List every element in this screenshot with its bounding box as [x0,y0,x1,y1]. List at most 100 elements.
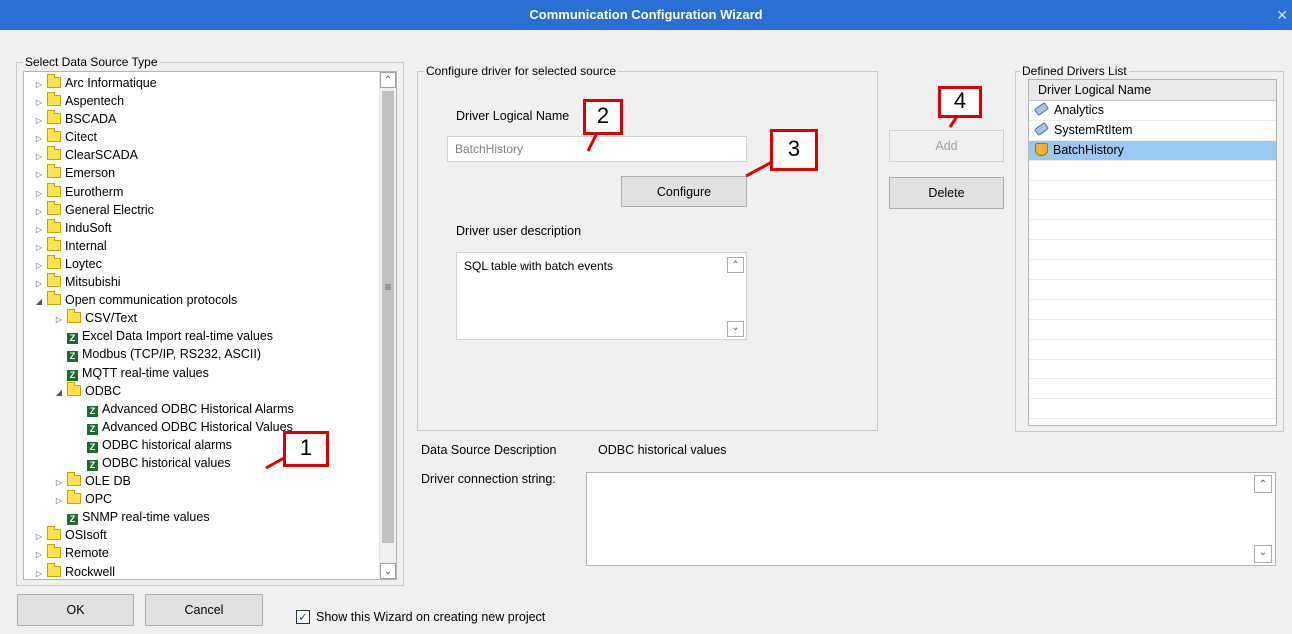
tree-list: ▷ Arc Informatique ▷ Aspentech ▷ BSCADA ▷ Citec… [24,74,378,579]
folder-icon [47,273,61,288]
tree-item-label: Aspentech [65,94,125,109]
tree-item-label: ClearSCADA [65,148,138,163]
scroll-down-icon[interactable]: ⌄ [380,563,396,579]
driver-row-label: SystemRtItem [1054,122,1133,137]
drivers-table[interactable]: Driver Logical Name Analytics SystemRtIte… [1028,79,1277,426]
tree-item[interactable]: ▷ OSIsoft [24,526,378,544]
tree-item-label: Mitsubishi [65,275,121,290]
configure-button[interactable]: Configure [621,176,747,207]
driver-description-label: Driver user description [456,224,582,238]
callout-marker-3: 3 [770,129,818,171]
empty-driver-row [1029,280,1276,300]
tree-item-label: Remote [65,546,109,561]
driver-row[interactable]: Analytics [1029,101,1276,121]
tag-icon [1033,121,1050,136]
show-wizard-checkbox[interactable]: ✓ [296,610,310,624]
folder-icon [47,218,61,233]
tree-item[interactable]: ▷ OLE DB [24,472,378,490]
folder-icon [47,110,61,125]
folder-icon [47,526,61,541]
tree-item[interactable]: ▷ Aspentech [24,92,378,110]
tree-item[interactable]: ▷ Internal [24,236,378,255]
driver-icon: Z [87,441,98,453]
tree-item[interactable]: ▷ OPC [24,490,378,508]
folder-icon [47,92,61,107]
tree-item[interactable]: Z Excel Data Import real-time values [24,327,378,345]
tree-item[interactable]: ▷ BSCADA [24,110,378,128]
callout-marker-2: 2 [583,99,623,135]
tree-item[interactable]: ▷ General Electric [24,200,378,219]
ok-button[interactable]: OK [17,594,134,626]
driver-icon: Z [87,459,98,471]
title-bar: Communication Configuration Wizard ✕ [0,0,1292,36]
driver-description-text: SQL table with batch events [464,259,613,273]
folder-icon [67,381,81,396]
tree-item[interactable]: ◢ ODBC [24,381,378,400]
tree-item[interactable]: ▷ Citect [24,128,378,146]
tree-item[interactable]: Z Modbus (TCP/IP, RS232, ASCII) [24,345,378,363]
tree-scrollbar[interactable]: ⌃ ≡ ⌄ [379,72,396,579]
tree-item-label: Eurotherm [65,184,124,199]
folder-icon [47,128,61,143]
driver-description-textarea[interactable]: SQL table with batch events ⌃ ⌄ [456,252,747,340]
scroll-up-icon[interactable]: ⌃ [1254,475,1272,493]
cancel-button[interactable]: Cancel [145,594,263,626]
add-button[interactable]: Add [889,130,1004,162]
tree-item-label: Citect [65,130,97,145]
scroll-down-icon[interactable]: ⌄ [727,321,744,337]
tree-item[interactable]: ▷ Remote [24,544,378,562]
description-scrollbar[interactable]: ⌃ ⌄ [727,255,744,337]
driver-row[interactable]: BatchHistory [1029,140,1276,161]
connection-string-textarea[interactable] [586,472,1276,566]
close-icon[interactable]: ✕ [1276,0,1288,30]
tree-item-label: General Electric [65,202,154,217]
tree-item-label: Modbus (TCP/IP, RS232, ASCII) [82,347,262,362]
tree-item-label: Emerson [65,166,116,181]
tree-item-label: Open communication protocols [65,293,238,308]
data-source-tree[interactable]: ▷ Arc Informatique ▷ Aspentech ▷ BSCADA ▷ Citec… [23,71,397,580]
driver-icon: Z [87,405,98,417]
tree-item[interactable]: Z SNMP real-time values [24,508,378,526]
driver-name-label: Driver Logical Name [456,109,570,123]
empty-driver-row [1029,379,1276,400]
tree-item-label: ODBC historical values [102,455,231,470]
tree-item[interactable]: ▷ Eurotherm [24,182,378,201]
tree-item[interactable]: ▷ Mitsubishi [24,273,378,291]
tree-item[interactable]: ▷ Emerson [24,164,378,182]
tree-item[interactable]: Z MQTT real-time values [24,364,378,382]
empty-driver-row [1029,161,1276,181]
delete-button[interactable]: Delete [889,177,1004,209]
empty-driver-row [1029,320,1276,340]
tree-item[interactable]: ◢ Open communication protocols [24,291,378,309]
configure-driver-group: Configure driver for selected source [417,64,878,431]
connection-scrollbar[interactable]: ⌃ ⌄ [1254,474,1273,564]
scroll-thumb[interactable] [382,91,394,543]
tree-item-label: BSCADA [65,112,117,127]
scroll-down-icon[interactable]: ⌄ [1254,545,1272,563]
tree-item[interactable]: Z Advanced ODBC Historical Alarms [24,400,378,418]
collapsed-triangle-icon[interactable]: ▷ [34,565,44,579]
scroll-up-icon[interactable]: ⌃ [727,257,744,273]
empty-driver-row [1029,240,1276,261]
scroll-up-icon[interactable]: ⌃ [380,72,396,88]
tree-item-label: Arc Informatique [65,76,157,90]
tree-item[interactable]: ▷ CSV/Text [24,309,378,327]
folder-icon [47,544,61,559]
tree-item[interactable]: ▷ Loytec [24,254,378,273]
callout-marker-4: 4 [938,86,982,118]
empty-driver-row [1029,340,1276,360]
folder-icon [47,200,61,215]
tree-item-label: Rockwell [65,564,116,579]
tree-item[interactable]: ▷ ClearSCADA [24,146,378,164]
drivers-column-header[interactable]: Driver Logical Name [1029,80,1276,101]
driver-row[interactable]: SystemRtItem [1029,121,1276,141]
tree-item[interactable]: ▷ Arc Informatique [24,74,378,92]
show-wizard-label[interactable]: Show this Wizard on creating new project [316,610,545,624]
driver-icon: Z [67,369,78,381]
folder-icon [67,472,81,487]
tree-item[interactable]: ▷ Rockwell [24,562,378,579]
tree-item-label: InduSoft [65,220,112,235]
tree-item[interactable]: ▷ InduSoft [24,218,378,237]
tree-item-label: MQTT real-time values [82,365,209,380]
empty-driver-row [1029,200,1276,221]
